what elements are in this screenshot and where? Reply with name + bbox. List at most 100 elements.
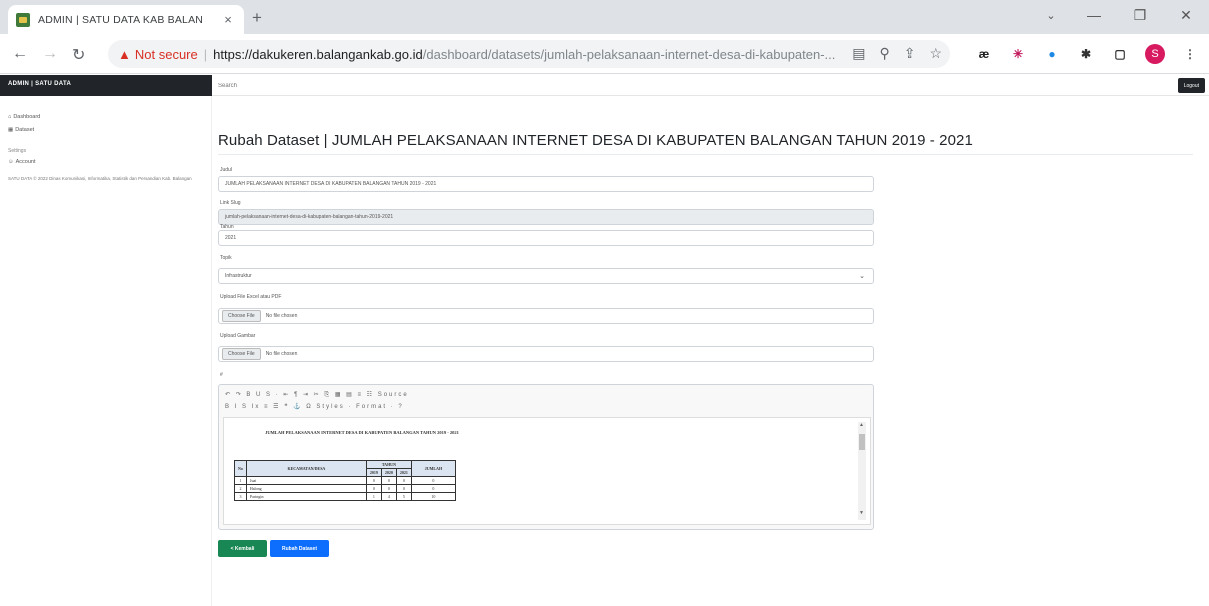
row-total: 0 — [410, 484, 456, 493]
profile-avatar[interactable]: S — [1145, 44, 1165, 64]
rich-text-editor: ↶ ↷ B U S · ⇤ ¶ ⇥ ✂ ⎘ ▦ ▤ ≡ ☷ Source B I… — [218, 384, 874, 530]
site-favicon-icon — [16, 12, 30, 27]
choose-file-button[interactable]: Choose File — [222, 310, 261, 322]
browser-tab-bar: ADMIN | SATU DATA KAB BALAN × + ⌄ — ❐ ✕ — [0, 0, 1209, 34]
table-header-year: 2020 — [380, 468, 397, 477]
new-tab-icon[interactable]: + — [252, 8, 262, 28]
row-total: 10 — [410, 492, 456, 501]
extensions-bar: æ ✳ ● ✱ ▢ S ⋮ — [975, 44, 1199, 64]
page-title: Rubah Dataset | JUMLAH PELAKSANAAN INTER… — [218, 132, 973, 149]
tab-search-icon[interactable]: ⌄ — [1031, 0, 1071, 30]
warning-icon: ▲ — [118, 46, 131, 62]
gambar-upload-label: Upload Gambar — [220, 333, 256, 339]
zoom-icon[interactable]: ⚲ — [879, 45, 889, 62]
sidebar-item-account[interactable]: ☺ Account — [8, 159, 36, 165]
file-status: No file chosen — [265, 313, 298, 319]
row-value: 1 — [365, 492, 382, 501]
row-value: 0 — [395, 476, 412, 485]
asterisk-extension-icon[interactable]: ✳ — [1009, 45, 1027, 63]
sidepanel-icon[interactable]: ▢ — [1111, 45, 1129, 63]
forward-icon[interactable]: → — [42, 45, 58, 63]
editor-label: # — [220, 372, 223, 378]
editor-toolbar-row-1[interactable]: ↶ ↷ B U S · ⇤ ¶ ⇥ ✂ ⎘ ▦ ▤ ≡ ☷ Source — [225, 391, 409, 399]
scroll-up-icon[interactable]: ▲ — [859, 422, 864, 428]
scrollbar-thumb[interactable] — [859, 434, 865, 450]
window-close-icon[interactable]: ✕ — [1163, 0, 1209, 30]
sidebar-item-label: Dataset — [15, 127, 35, 133]
colorful-extension-icon[interactable]: ● — [1043, 45, 1061, 63]
tab-close-icon[interactable]: × — [220, 12, 236, 27]
divider — [218, 154, 1193, 155]
puzzle-extensions-icon[interactable]: ✱ — [1077, 45, 1095, 63]
url-host: https://dakukeren.balangankab.go.id — [213, 46, 423, 62]
scroll-down-icon[interactable]: ▼ — [859, 510, 864, 516]
row-name: Juai — [245, 476, 367, 485]
row-total: 0 — [410, 476, 456, 485]
sidebar-item-label: Account — [15, 159, 36, 165]
omnibox[interactable]: ▲ Not secure | https://dakukeren.balanga… — [108, 40, 950, 68]
tab-title: ADMIN | SATU DATA KAB BALAN — [38, 13, 204, 26]
topik-label: Topik — [220, 255, 232, 261]
back-icon[interactable]: ← — [12, 45, 28, 63]
url-path: /dashboard/datasets/jumlah-pelaksanaan-i… — [422, 46, 836, 62]
row-value: 0 — [365, 476, 382, 485]
logout-button[interactable]: Logout — [1177, 78, 1205, 93]
chevron-down-icon: ⌄ — [859, 273, 865, 280]
omnibox-actions: ▤ ⚲ ⇪ ☆ — [852, 45, 942, 62]
table-row: 3 Paringin 1 4 5 10 — [234, 492, 456, 501]
table-row: 1 Juai 0 0 0 0 — [234, 476, 456, 485]
row-no: 3 — [234, 492, 247, 501]
file-upload-label: Upload File Excel atau PDF — [220, 294, 282, 300]
menu-kebab-icon[interactable]: ⋮ — [1181, 45, 1199, 63]
sidebar-item-dataset[interactable]: ▦ Dataset — [8, 127, 34, 133]
ae-extension-icon[interactable]: æ — [975, 45, 993, 63]
minimize-icon[interactable]: — — [1071, 0, 1117, 30]
search-input[interactable] — [216, 78, 516, 93]
home-icon: ⌂ — [8, 114, 12, 120]
gambar-upload-input[interactable]: Choose File No file chosen — [218, 346, 874, 362]
editor-toolbar-row-2[interactable]: B I S Ix ≡ ☰ ❝ ⚓ Ω Styles · Format · ? — [225, 403, 404, 410]
bookmark-star-icon[interactable]: ☆ — [929, 45, 942, 62]
table-header-kecamatan: KECAMATAN/DESA — [245, 460, 367, 477]
row-name: Paringin — [245, 492, 367, 501]
back-button[interactable]: < Kembali — [218, 540, 267, 557]
sidebar-item-label: Dashboard — [13, 114, 41, 120]
maximize-icon[interactable]: ❐ — [1117, 0, 1163, 30]
browser-tab[interactable]: ADMIN | SATU DATA KAB BALAN × — [8, 5, 244, 34]
row-name: Halong — [245, 484, 367, 493]
file-status: No file chosen — [265, 351, 298, 357]
window-controls: ⌄ — ❐ ✕ — [1031, 0, 1209, 30]
editor-scrollbar[interactable]: ▲ ▼ — [858, 422, 866, 520]
row-value: 0 — [380, 484, 397, 493]
editor-content-area[interactable]: JUMLAH PELAKSANAAN INTERNET DESA DI KABU… — [223, 417, 871, 525]
main-content: Rubah Dataset | JUMLAH PELAKSANAAN INTER… — [218, 96, 1209, 606]
topik-selected-value: Infrastruktur — [225, 273, 252, 279]
tahun-input[interactable]: 2021 — [218, 230, 874, 246]
translate-icon[interactable]: ▤ — [852, 45, 865, 62]
sidebar: ⌂ Dashboard ▦ Dataset Settings ☺ Account… — [0, 96, 212, 606]
topik-select[interactable]: Infrastruktur ⌄ — [218, 268, 874, 284]
share-icon[interactable]: ⇪ — [904, 45, 916, 62]
sidebar-heading: Settings — [8, 148, 27, 154]
document-table: No KECAMATAN/DESA TAHUN JUMLAH 2019 2020… — [234, 460, 456, 501]
submit-button[interactable]: Rubah Dataset — [270, 540, 329, 557]
judul-input[interactable]: JUMLAH PELAKSANAAN INTERNET DESA DI KABU… — [218, 176, 874, 192]
table-row: 2 Halong 0 0 0 0 — [234, 484, 456, 493]
table-header-no: No — [234, 460, 247, 477]
address-bar-row: ← → ↻ ▲ Not secure | https://dakukeren.b… — [0, 34, 1209, 74]
row-no: 2 — [234, 484, 247, 493]
choose-file-button[interactable]: Choose File — [222, 348, 261, 360]
sidebar-item-dashboard[interactable]: ⌂ Dashboard — [8, 114, 40, 120]
document-title: JUMLAH PELAKSANAAN INTERNET DESA DI KABU… — [265, 430, 459, 435]
judul-label: Judul — [220, 167, 232, 173]
row-no: 1 — [234, 476, 247, 485]
slug-input[interactable]: jumlah-pelaksanaan-internet-desa-di-kabu… — [218, 209, 874, 225]
table-header-tahun: TAHUN — [365, 460, 412, 469]
row-value: 0 — [380, 476, 397, 485]
url-text[interactable]: https://dakukeren.balangankab.go.id/dash… — [213, 47, 853, 62]
divider: | — [203, 46, 208, 62]
reload-icon[interactable]: ↻ — [72, 45, 85, 65]
file-upload-input[interactable]: Choose File No file chosen — [218, 308, 874, 324]
app-brand[interactable]: ADMIN | SATU DATA — [0, 75, 212, 96]
row-value: 5 — [395, 492, 412, 501]
